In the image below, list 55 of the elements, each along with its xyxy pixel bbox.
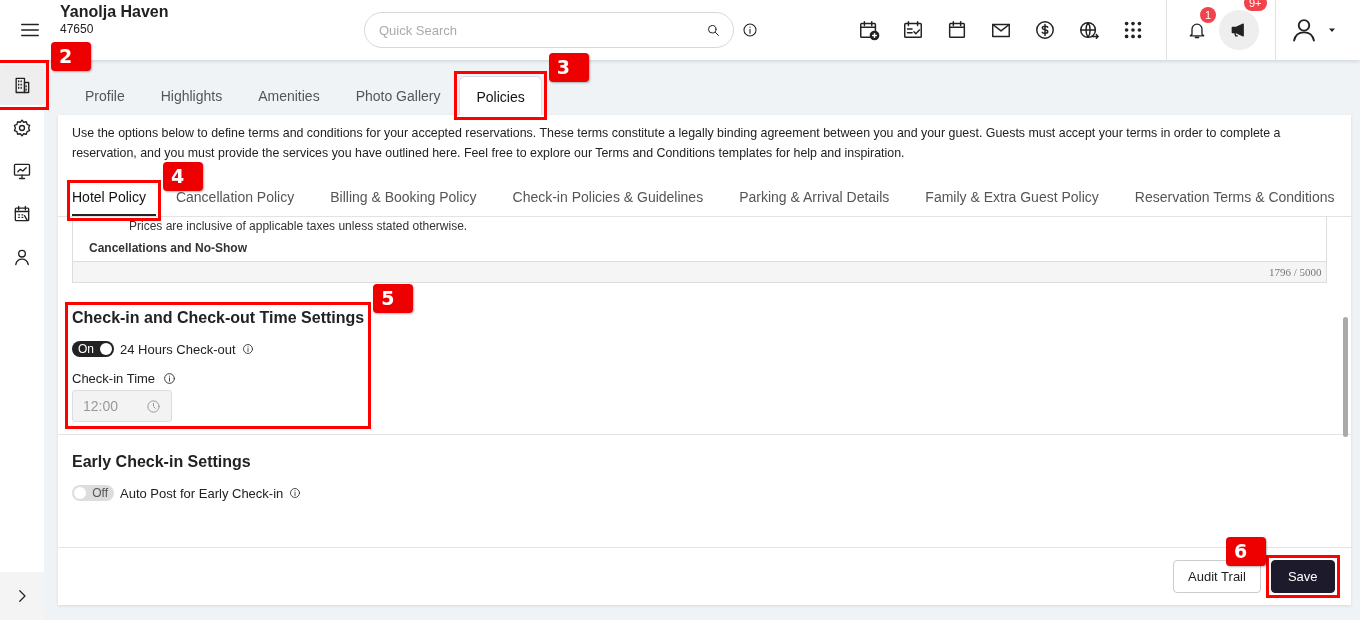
- callout-number: 3: [548, 53, 589, 82]
- info-icon: [163, 372, 177, 385]
- monitor-icon: [12, 161, 32, 181]
- callout-number: 2: [51, 42, 91, 71]
- policy-editor[interactable]: Prices are inclusive of applicable taxes unless stated otherwise. Cancellations and No-Show 1796 / 5000: [72, 217, 1327, 283]
- policy-tab[interactable]: Family & Extra Guest Policy: [909, 185, 1115, 216]
- tab[interactable]: Highlights: [143, 74, 240, 115]
- calendar-add-icon[interactable]: [858, 19, 880, 41]
- tab[interactable]: Profile: [68, 74, 142, 115]
- calendar-icon[interactable]: [946, 19, 968, 41]
- toggle-label: Auto Post for Early Check-in: [120, 485, 284, 501]
- policy-tab[interactable]: Check-in Policies & Guidelines: [496, 185, 720, 216]
- gear-icon: [12, 118, 32, 138]
- dollar-icon[interactable]: [1034, 19, 1056, 41]
- editor-line: Prices are inclusive of applicable taxes unless stated otherwise.: [128, 219, 469, 233]
- tab[interactable]: Policies: [459, 76, 542, 115]
- sidebar-item[interactable]: [0, 65, 44, 105]
- toggle-label: 24 Hours Check-out: [120, 341, 236, 357]
- tab[interactable]: Amenities: [241, 74, 337, 115]
- calendar-check-icon[interactable]: [902, 19, 924, 41]
- user-icon: [12, 247, 32, 267]
- section-title: Early Check-in Settings: [72, 453, 251, 471]
- section-title: Check-in and Check-out Time Settings: [72, 309, 365, 327]
- callout-number: 5: [373, 284, 414, 313]
- policy-tab[interactable]: Hotel Policy: [72, 185, 156, 216]
- field-label: Check-in Time: [72, 371, 156, 386]
- property-id: 47650: [60, 22, 95, 36]
- info-icon[interactable]: [742, 22, 758, 38]
- editor-heading: Cancellations and No-Show: [89, 241, 248, 255]
- globe-icon[interactable]: [1078, 19, 1100, 41]
- announcements-button[interactable]: [1219, 10, 1259, 50]
- user-icon: [1290, 16, 1318, 44]
- apps-icon[interactable]: [1122, 19, 1144, 41]
- clock-icon: [146, 398, 161, 414]
- save-button[interactable]: Save: [1270, 560, 1335, 593]
- audit-trail-button[interactable]: Audit Trail: [1173, 560, 1261, 593]
- character-counter: 1796 / 5000: [73, 261, 1326, 282]
- calendar-icon: [12, 204, 32, 224]
- toggle-switch[interactable]: On: [72, 341, 114, 357]
- callout-outline: [0, 60, 49, 110]
- tab[interactable]: Photo Gallery: [338, 74, 458, 115]
- notification-badge: 1: [1200, 7, 1217, 23]
- policy-tab[interactable]: Reservation Terms & Conditions: [1118, 185, 1351, 216]
- callout-number: 4: [162, 162, 203, 191]
- toggle-switch[interactable]: Off: [72, 485, 114, 501]
- property-name: Yanolja Haven: [60, 3, 170, 21]
- policy-tab[interactable]: Billing & Booking Policy: [314, 185, 493, 216]
- intro-text: Use the options below to define terms and conditions for your accepted reservations. These terms constitute a legally binding agreement between you and your guest. Guests must accept your terms in order to complete a reservation, and you must provide the services you have outlined here. Feel free to explore our Terms and Conditions templates for help and inspiration.: [71, 125, 1282, 162]
- announcement-badge: 9+: [1244, 0, 1267, 11]
- info-icon: [241, 343, 254, 355]
- policy-tab[interactable]: Parking & Arrival Details: [723, 185, 906, 216]
- info-icon: [289, 487, 302, 499]
- callout-number: 6: [1225, 537, 1266, 566]
- search-icon: [706, 22, 721, 38]
- scrollbar-thumb[interactable]: [1342, 317, 1348, 437]
